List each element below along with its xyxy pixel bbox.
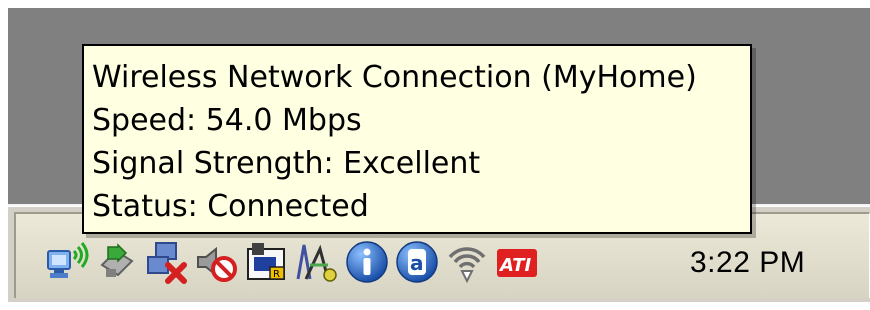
blocked-speaker-icon[interactable]	[194, 236, 240, 288]
svg-text:a: a	[410, 251, 424, 275]
tray-icon-row: R a ATI	[44, 232, 540, 292]
safely-remove-hardware-icon[interactable]	[94, 236, 140, 288]
wireless-network-icon[interactable]	[44, 236, 90, 288]
network-disconnected-icon[interactable]	[144, 236, 190, 288]
tooltip-signal-strength: Signal Strength: Excellent	[92, 146, 481, 181]
taskbar-clock[interactable]: 3:22 PM	[690, 246, 805, 280]
a-icon[interactable]: a	[394, 236, 440, 288]
svg-text:R: R	[273, 269, 280, 280]
svg-text:ATI: ATI	[498, 255, 531, 276]
tooltip-network-name: Wireless Network Connection (MyHome)	[92, 60, 697, 95]
card-reader-icon[interactable]: R	[244, 236, 290, 288]
info-icon[interactable]	[344, 236, 390, 288]
wireless-status-tooltip: Wireless Network Connection (MyHome) Spe…	[82, 44, 752, 234]
tooltip-speed: Speed: 54.0 Mbps	[92, 103, 362, 138]
tooltip-status: Status: Connected	[92, 189, 369, 224]
wifi-signal-icon[interactable]	[444, 236, 490, 288]
wireless-utility-icon[interactable]	[294, 236, 340, 288]
ati-icon[interactable]: ATI	[494, 236, 540, 288]
